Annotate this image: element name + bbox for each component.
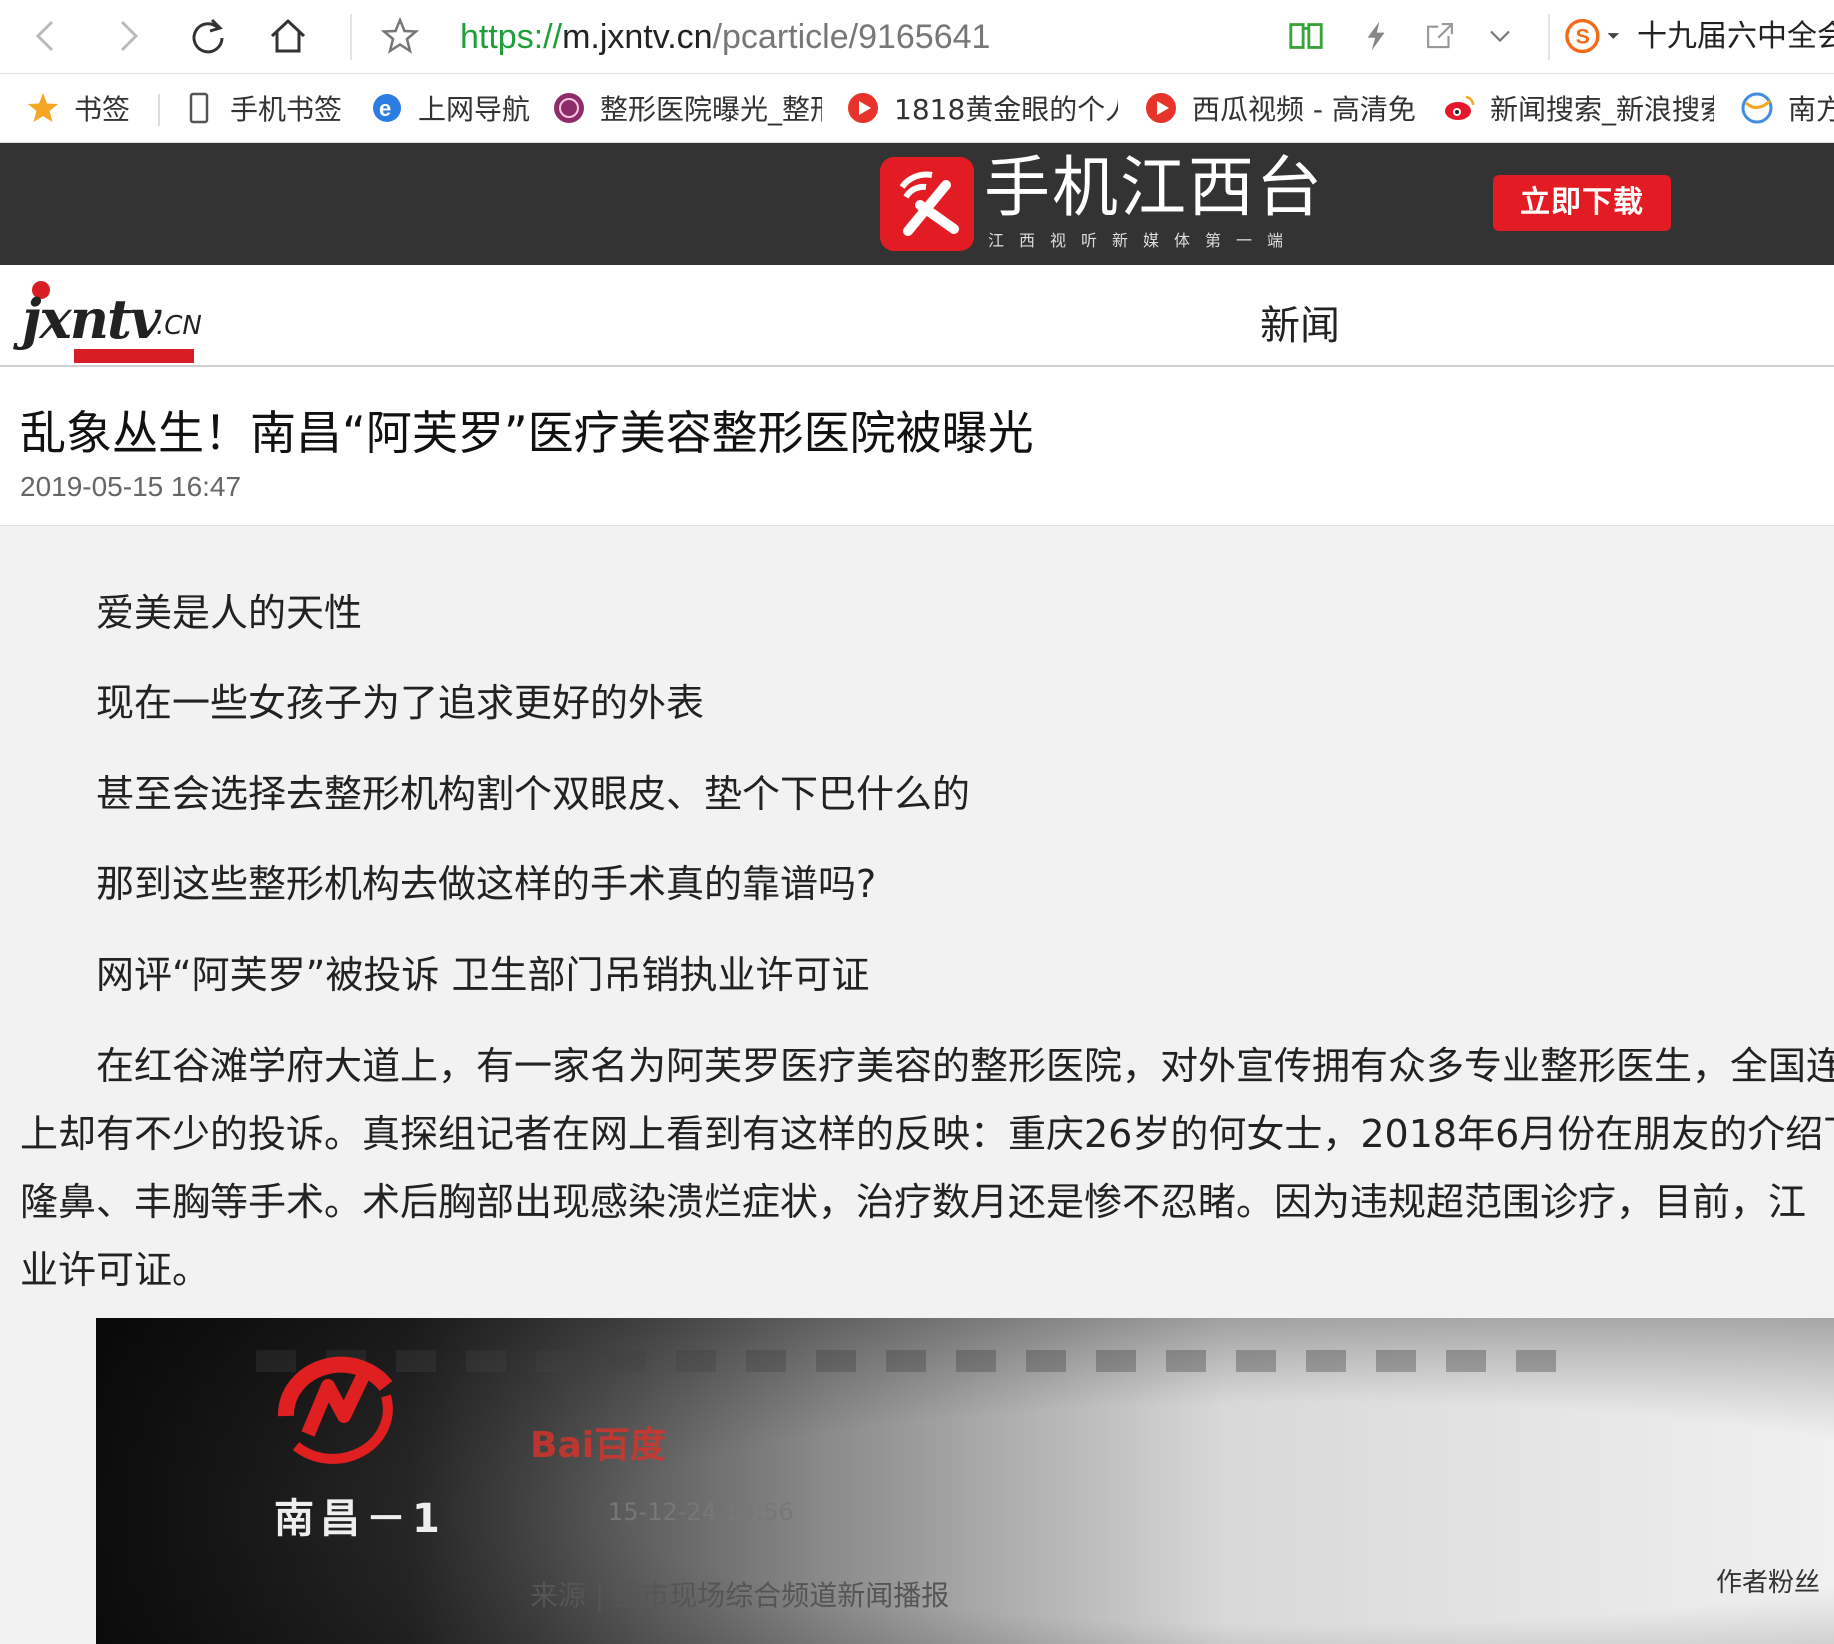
sphere-icon [1740,91,1774,125]
ie-icon: e [370,91,404,125]
article-video[interactable]: 南昌－1 Bai百度 15-12-24 10:56 来源 | 都市现场综合频道新… [96,1318,1834,1644]
app-name: 手机江西台 [984,149,1324,226]
svg-text:e: e [379,96,391,121]
clinic-favicon-icon [552,91,586,125]
article-body-line: 在红谷滩学府大道上，有一家名为阿芙罗医疗美容的整形医院，对外宣传拥有众多专业整形… [96,1044,1834,1088]
lightning-icon [1367,21,1385,51]
video-inner-date: 15-12-24 10:56 [608,1498,794,1526]
bookmark-label: 手机书签 [230,93,343,126]
site-logo-suffix: .CN [156,311,202,341]
reload-icon [192,18,224,54]
sogou-icon: S [1565,18,1620,54]
article-paragraph: 网评“阿芙罗”被投诉 卫生部门吊销执业许可证 [96,953,870,997]
star-outline-icon [380,16,420,54]
article-paragraph: 爱美是人的天性 [96,591,363,635]
chevron-down-icon [1490,30,1510,43]
bookmarks-bar: 书签 手机书签 e 上网导航 整形医院曝光_整形 1818黄金眼的个人 西瓜视频… [0,74,1834,143]
article-title: 乱象丛生！南昌“阿芙罗”医疗美容整形医院被曝光 [20,406,1034,460]
bookmark-label: 南方 [1788,93,1834,126]
tv-channel-logo-icon [277,1356,393,1464]
tv-channel-caption: 南昌－1 [274,1496,446,1542]
toolbar-divider [350,14,352,60]
baidu-logo: Bai百度 [530,1425,667,1466]
article-body-line: 隆鼻、丰胸等手术。术后胸部出现感染溃烂症状，治疗数月还是惨不忍睹。因为违规超范围… [20,1180,1807,1224]
bookmark-item[interactable]: 南方 [1740,88,1834,128]
bookmark-item[interactable]: 手机书签 [182,88,342,128]
video-play-icon [846,91,880,125]
video-inner-right: 作者粉丝 [1716,1568,1821,1598]
dropdown-button[interactable] [1480,16,1520,56]
reload-button[interactable] [184,12,232,60]
svg-text:S: S [1576,25,1590,49]
bookmark-item[interactable]: 1818黄金眼的个人 [846,88,1118,128]
bookmark-item[interactable]: 整形医院曝光_整形 [552,88,822,128]
weibo-icon [1442,91,1476,125]
article-body-line: 上却有不少的投诉。真探组记者在网上看到有这样的反映：重庆26岁的何女士，2018… [20,1112,1834,1156]
bookmark-label: 西瓜视频 - 高清免 [1192,93,1416,126]
article-paragraph: 那到这些整形机构去做这样的手术真的靠谱吗? [96,862,877,906]
forward-button[interactable] [104,12,152,60]
home-icon [270,18,306,53]
article-paragraph: 现在一些女孩子为了追求更好的外表 [96,681,705,725]
chevron-right-icon [120,20,139,52]
app-logo-icon [899,171,959,236]
bookmark-label: 1818黄金眼的个人 [894,93,1118,126]
bookmark-label: 新闻搜索_新浪搜索 [1490,93,1714,126]
bookmark-label: 上网导航 [418,93,531,126]
video-inner-source: 来源 | 都市现场综合频道新闻播报 [530,1579,950,1612]
book-icon [1289,23,1323,49]
article-header: 乱象丛生！南昌“阿芙罗”医疗美容整形医院被曝光 2019-05-15 16:47 [0,367,1834,526]
bookmark-label: 书签 [74,93,131,126]
share-button[interactable] [1420,16,1460,56]
favorite-button[interactable] [376,12,424,60]
speedup-button[interactable] [1356,16,1396,56]
share-icon [1427,23,1453,49]
bookmark-item[interactable]: 西瓜视频 - 高清免 [1144,88,1416,128]
app-logo [880,157,974,251]
back-button[interactable] [22,12,70,60]
app-slogan: 江西视听新媒体第一端 [988,231,1299,250]
site-logo-text: jxntv [22,287,161,351]
bookmark-item[interactable]: 书签 [26,88,130,128]
url-path: /pcarticle/9165641 [712,18,991,56]
search-engine-button[interactable]: S [1564,16,1624,56]
phone-icon [182,91,216,125]
home-button[interactable] [264,12,312,60]
bookmark-label: 整形医院曝光_整形 [600,93,822,126]
star-icon [26,91,60,125]
url-protocol: https:// [460,18,563,56]
article-date: 2019-05-15 16:47 [20,471,242,502]
url-host: m.jxntv.cn [562,18,713,56]
nav-news[interactable]: 新闻 [1260,293,1340,351]
bookmark-item[interactable]: e 上网导航 [370,88,530,128]
site-header: jxntv .CN 新闻 [0,265,1834,367]
address-bar[interactable]: https://m.jxntv.cn/pcarticle/9165641 [460,14,990,60]
app-download-banner: 手机江西台 江西视听新媒体第一端 立即下载 [0,143,1834,265]
site-logo[interactable]: jxntv .CN [18,279,208,363]
chevron-left-icon [35,20,54,52]
article-paragraph: 甚至会选择去整形机构割个双眼皮、垫个下巴什么的 [96,772,971,816]
article-body-line: 业许可证。 [20,1248,211,1292]
browser-toolbar: https://m.jxntv.cn/pcarticle/9165641 S 十… [0,0,1834,74]
video-play-icon [1144,91,1178,125]
download-button[interactable]: 立即下载 [1493,175,1671,231]
bookmark-item[interactable]: 新闻搜索_新浪搜索 [1442,88,1714,128]
search-hint[interactable]: 十九届六中全会 [1637,14,1834,60]
toolbar-divider [1548,14,1550,60]
logo-strip [74,349,194,363]
bookmark-divider [158,94,160,126]
reader-mode-button[interactable] [1286,16,1326,56]
